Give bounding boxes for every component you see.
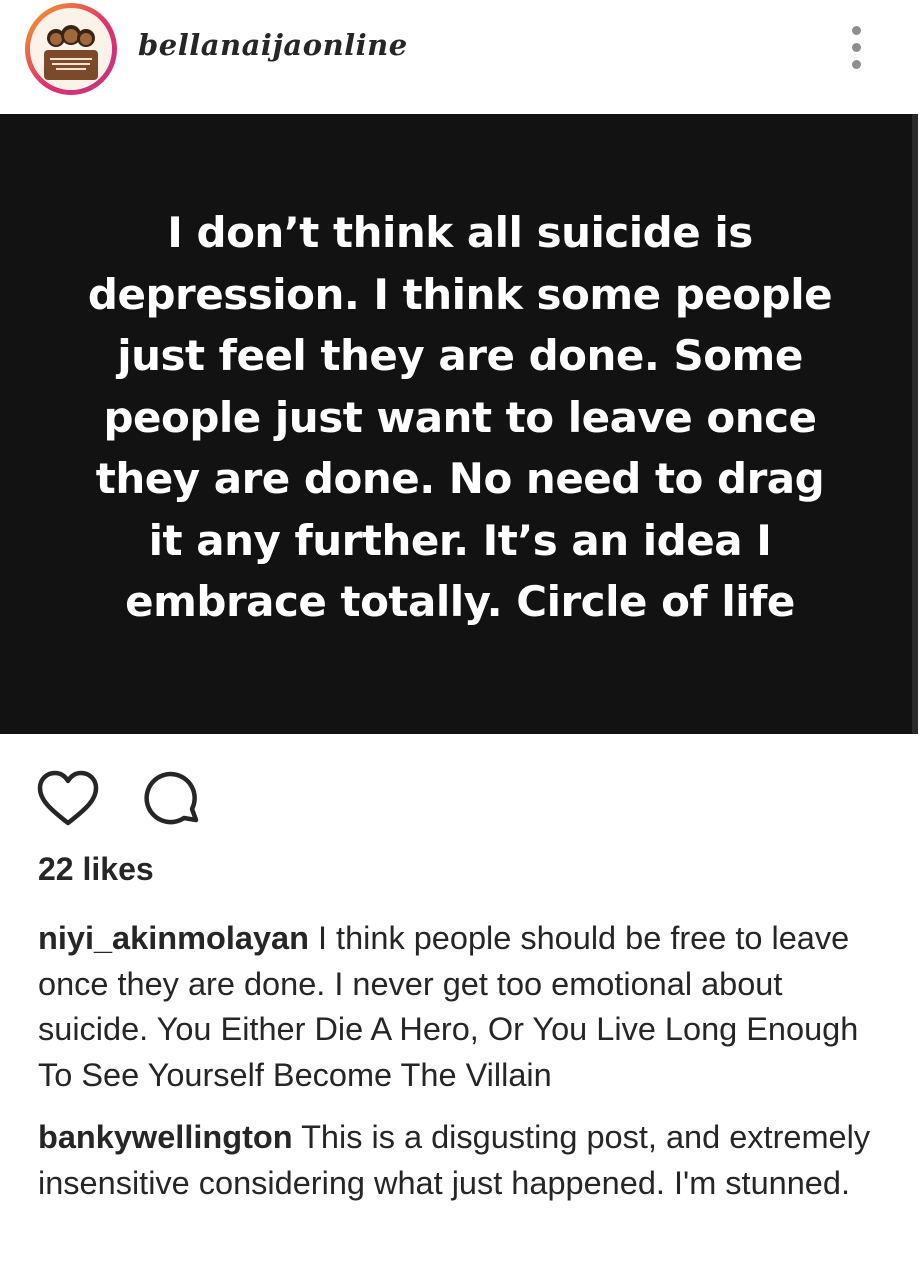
post-image[interactable]: I don’t think all suicide is depression.… xyxy=(0,114,918,734)
post-header: bellanaijaonline xyxy=(0,0,920,98)
post-actions xyxy=(0,760,920,840)
heart-icon xyxy=(37,770,99,826)
comment-bubble-icon xyxy=(144,771,199,825)
comment-button[interactable] xyxy=(140,768,204,832)
like-button[interactable] xyxy=(36,768,100,832)
profile-avatar[interactable] xyxy=(25,3,117,95)
post-username[interactable]: bellanaijaonline xyxy=(138,28,408,62)
quote-line: just feel they are done. Some xyxy=(117,331,803,380)
comment-item: niyi_akinmolayan I think people should b… xyxy=(38,916,878,1098)
post-quote-text: I don’t think all suicide is depression.… xyxy=(40,202,880,633)
quote-line: embrace totally. Circle of life xyxy=(125,577,795,626)
vertical-dots-icon xyxy=(852,60,861,69)
quote-line: they are done. No need to drag xyxy=(95,454,825,503)
quote-line: I don’t think all suicide is xyxy=(167,208,753,257)
avatar-illustration xyxy=(30,8,112,90)
quote-line: it any further. It’s an idea I xyxy=(148,515,772,565)
vertical-dots-icon xyxy=(852,26,861,35)
vertical-dots-icon xyxy=(852,43,861,52)
comment-username[interactable]: bankywellington xyxy=(38,1119,293,1155)
image-edge xyxy=(912,114,918,734)
more-options-button[interactable] xyxy=(842,24,872,72)
comment-username[interactable]: niyi_akinmolayan xyxy=(38,920,309,956)
likes-count[interactable]: 22 likes xyxy=(38,851,154,888)
comment-item: bankywellington This is a disgusting pos… xyxy=(38,1115,878,1206)
quote-line: depression. I think some people xyxy=(87,269,833,319)
avatar-image xyxy=(30,8,112,90)
quote-line: people just want to leave once xyxy=(103,392,817,442)
